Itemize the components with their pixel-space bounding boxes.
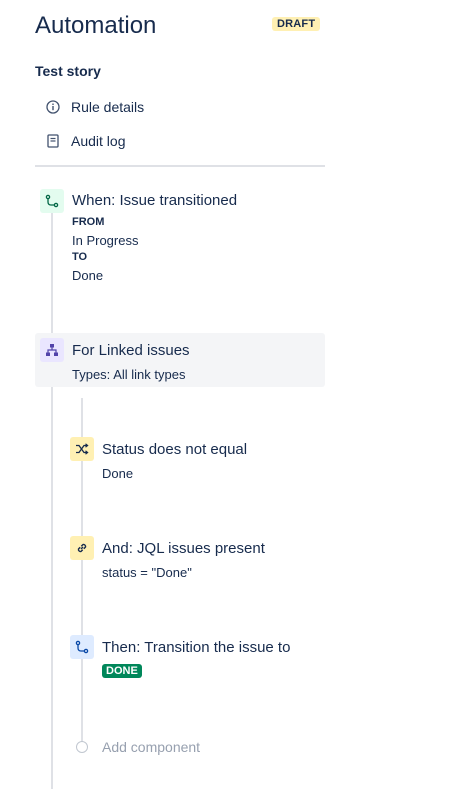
page-title: Automation (35, 12, 157, 39)
nav-item-rule-details[interactable]: Rule details (35, 94, 325, 120)
condition-subtitle: status = "Done" (102, 565, 192, 580)
nav-item-audit-log[interactable]: Audit log (35, 128, 325, 154)
nav-item-label: Audit log (71, 133, 126, 149)
add-component-dot-icon (76, 741, 88, 753)
trigger-title: When: Issue transitioned (72, 192, 238, 209)
transition-icon (70, 635, 94, 659)
rule-name: Test story (35, 63, 101, 79)
condition-title: And: JQL issues present (102, 540, 265, 557)
condition-title: Status does not equal (102, 441, 248, 458)
done-status-lozenge: DONE (102, 664, 142, 678)
nav-item-label: Rule details (71, 99, 145, 115)
rule-flow-line (51, 205, 53, 789)
action-title: Then: Transition the issue to (102, 639, 291, 656)
trigger-from-value: In Progress (72, 233, 139, 248)
nav-divider (35, 165, 325, 167)
trigger-to-value: Done (72, 268, 104, 283)
trigger-to-label: TO (72, 251, 88, 263)
shuffle-icon (70, 437, 94, 461)
draft-status-badge: DRAFT (272, 17, 321, 31)
transition-icon (40, 189, 64, 213)
branch-title: For Linked issues (72, 342, 190, 359)
add-component-label: Add component (102, 739, 201, 755)
info-icon (35, 100, 71, 114)
link-icon (70, 536, 94, 560)
condition-subtitle: Done (102, 466, 134, 481)
branch-subtitle: Types: All link types (72, 367, 186, 382)
document-icon (35, 134, 71, 148)
trigger-from-label: FROM (72, 216, 105, 228)
hierarchy-icon (40, 338, 64, 362)
